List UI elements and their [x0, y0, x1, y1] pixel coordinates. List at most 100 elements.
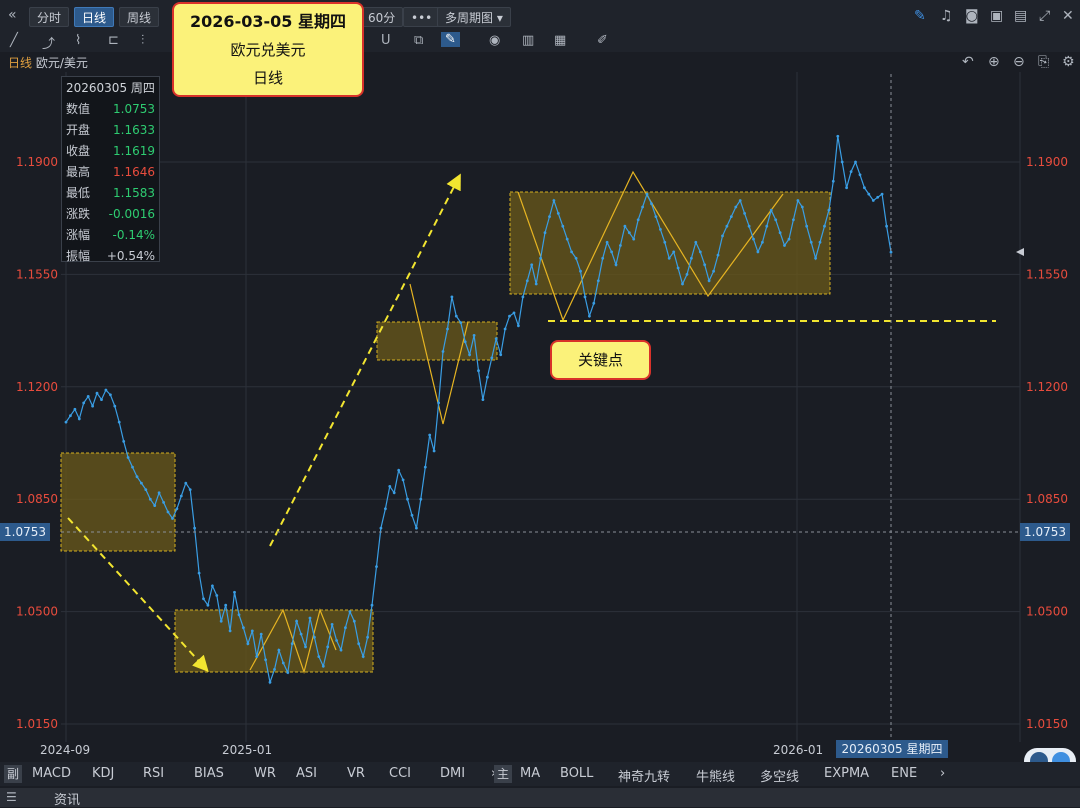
eye-icon[interactable]: ◉ [489, 33, 500, 48]
price-point [100, 398, 103, 401]
price-point [179, 494, 183, 498]
y-tick-label: 1.0850 [1026, 492, 1068, 506]
y-axis-left: 1.0150 1.0500 1.0850 1.1200 1.1550 1.1900 [16, 155, 58, 731]
price-point [273, 668, 276, 671]
info-row-label: 最低 [66, 186, 91, 200]
bell-icon[interactable]: ♫ [940, 8, 953, 24]
y-axis-right: 1.0150 1.0500 1.0850 1.1200 1.1550 1.1900 [1026, 155, 1068, 731]
trash-icon[interactable]: ▥ [522, 33, 534, 48]
main-indicator-2[interactable]: BOLL [560, 766, 593, 781]
indicator-5[interactable]: WR [254, 766, 276, 781]
info-bar-label[interactable]: 资讯 [54, 789, 80, 808]
price-point [463, 340, 467, 344]
price-point [131, 465, 134, 469]
info-row: 开盘 1.1633 [62, 120, 159, 141]
indicator-4[interactable]: BIAS [194, 766, 224, 781]
price-point [845, 186, 848, 190]
price-point [734, 205, 738, 209]
main-indicator-toggle[interactable]: 主 [494, 765, 513, 783]
price-point [392, 491, 396, 495]
window-icon[interactable]: ▣ [990, 8, 1003, 24]
price-point [304, 645, 307, 649]
price-point [521, 295, 525, 299]
callout-date: 2026-03-05 星期四 [190, 12, 346, 31]
y-tick-label: 1.1900 [1026, 155, 1068, 169]
pen-tool-icon[interactable]: ✎ [441, 32, 460, 47]
callout-period: 日线 [252, 69, 283, 87]
x-label-2025-01: 2025-01 [222, 743, 273, 757]
main-indicator-6[interactable]: EXPMA [824, 766, 869, 781]
price-point [490, 356, 494, 360]
price-point [468, 353, 471, 357]
price-point [632, 237, 636, 241]
magnet-icon[interactable]: U [381, 33, 391, 48]
tab-minute[interactable]: 分时 [29, 7, 70, 27]
collapse-left-icon[interactable]: « [8, 7, 17, 23]
indicator-8[interactable]: CCI [389, 766, 411, 781]
price-point [716, 253, 720, 257]
monitor-icon[interactable]: ▤ [1014, 8, 1027, 24]
sub-indicator-toggle[interactable]: 副 [4, 765, 23, 783]
indicator-1[interactable]: MACD [32, 766, 71, 781]
indicator-9[interactable]: DMI [440, 766, 465, 781]
grid-icon[interactable]: ▦ [554, 33, 566, 48]
crosshair-date-tag: 20260305 星期四 [836, 740, 948, 758]
info-row-value: 1.0753 [113, 102, 155, 116]
price-point [858, 173, 862, 177]
price-point [432, 449, 436, 453]
polyline-tool-icon[interactable]: ⌇ [75, 33, 81, 48]
price-point [508, 314, 511, 318]
indicator-7[interactable]: VR [347, 766, 365, 781]
fib-tool-icon[interactable]: ⫶ [141, 33, 144, 48]
tab-weekly[interactable]: 周线 [119, 7, 160, 27]
camera-icon[interactable]: ◙ [965, 8, 979, 24]
tab-60min[interactable]: 60分 [360, 7, 404, 27]
line-tool-icon[interactable]: ╱ [10, 33, 18, 48]
price-point [796, 199, 800, 202]
main-indicator-8[interactable]: › [940, 766, 945, 781]
key-point-callout: 关键点 [550, 340, 651, 380]
price-point [743, 212, 746, 215]
multi-period-select[interactable]: 多周期图 ▾ [437, 7, 511, 27]
price-point [357, 642, 361, 646]
arrow-up [269, 173, 461, 547]
info-panel: 20260305 周四 数值 1.0753 开盘 1.1633 收盘 1.1619 最高 1.… [61, 76, 160, 263]
indicator-2[interactable]: KDJ [92, 766, 114, 781]
price-chart[interactable]: 1.0150 1.0500 1.0850 1.1200 1.1550 1.1900 1.0… [0, 52, 1080, 762]
y-tick-label: 1.1200 [16, 380, 58, 394]
price-point [415, 526, 418, 530]
price-point [370, 603, 374, 607]
price-point [574, 256, 578, 260]
price-point [805, 224, 809, 228]
price-point [268, 680, 272, 684]
current-price-tag-right: 1.0753 [1020, 523, 1070, 541]
y-tick-label: 1.1200 [1026, 380, 1068, 394]
title-callout: 2026-03-05 星期四 欧元兑美元 日线 [172, 2, 364, 97]
price-point [410, 513, 414, 517]
rect-tool-icon[interactable]: ⊏ [108, 33, 119, 48]
ruler-icon[interactable]: ✐ [597, 33, 608, 48]
fullscreen-icon[interactable]: ⤢ [1039, 8, 1050, 24]
main-indicator-7[interactable]: ENE [891, 766, 917, 781]
info-bar-icon[interactable]: ☰ [6, 790, 17, 804]
price-point [423, 465, 427, 469]
price-point [534, 282, 538, 286]
tab-daily[interactable]: 日线 [74, 7, 115, 27]
price-point [690, 256, 693, 260]
main-indicator-4[interactable]: 牛熊线 [696, 766, 735, 785]
ray-tool-icon[interactable]: ⤴ [42, 33, 55, 52]
layers-icon[interactable]: ⧉ [414, 33, 423, 48]
main-indicator-5[interactable]: 多空线 [760, 766, 799, 785]
more-button[interactable]: ••• [403, 7, 441, 27]
close-icon[interactable]: ✕ [1062, 8, 1074, 24]
draw-pen-icon[interactable]: ✎ [914, 8, 926, 24]
price-point [752, 237, 755, 241]
indicator-3[interactable]: RSI [143, 766, 164, 781]
price-point [153, 504, 157, 507]
y-tick-label: 1.0500 [16, 605, 58, 619]
info-row: 最低 1.1583 [62, 183, 159, 204]
main-indicator-1[interactable]: MA [520, 766, 540, 781]
price-point [126, 456, 130, 459]
indicator-6[interactable]: ASI [296, 766, 317, 781]
main-indicator-3[interactable]: 神奇九转 [618, 766, 670, 785]
